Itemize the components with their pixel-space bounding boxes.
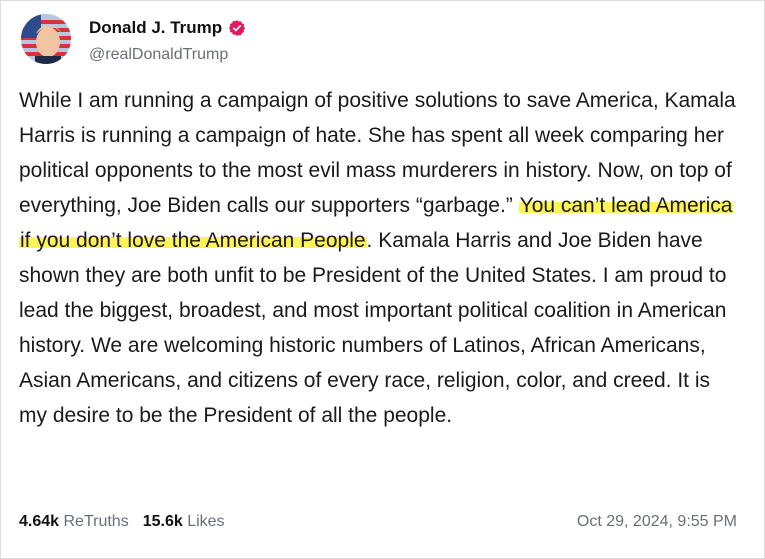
avatar[interactable] <box>21 14 71 64</box>
author-name[interactable]: Donald J. Trump <box>89 17 222 39</box>
post-stats: 4.64k ReTruths 15.6k Likes <box>19 511 225 533</box>
post-body: While I am running a campaign of positiv… <box>19 83 739 433</box>
likes-stat[interactable]: 15.6k Likes <box>143 511 225 533</box>
likes-label: Likes <box>187 513 225 530</box>
author-row: Donald J. Trump <box>89 17 246 39</box>
retruths-count: 4.64k <box>19 513 60 530</box>
retruths-label: ReTruths <box>63 513 129 530</box>
post-timestamp[interactable]: Oct 29, 2024, 9:55 PM <box>577 511 737 533</box>
avatar-image <box>21 14 71 64</box>
post-body-text-end: . Kamala Harris and Joe Biden have shown… <box>19 229 727 427</box>
verified-badge-icon <box>229 20 246 36</box>
author-handle[interactable]: @realDonaldTrump <box>89 45 228 65</box>
likes-count: 15.6k <box>142 513 183 530</box>
post-card: Donald J. Trump @realDonaldTrump While I… <box>0 0 765 559</box>
retruths-stat[interactable]: 4.64k ReTruths <box>19 511 129 533</box>
